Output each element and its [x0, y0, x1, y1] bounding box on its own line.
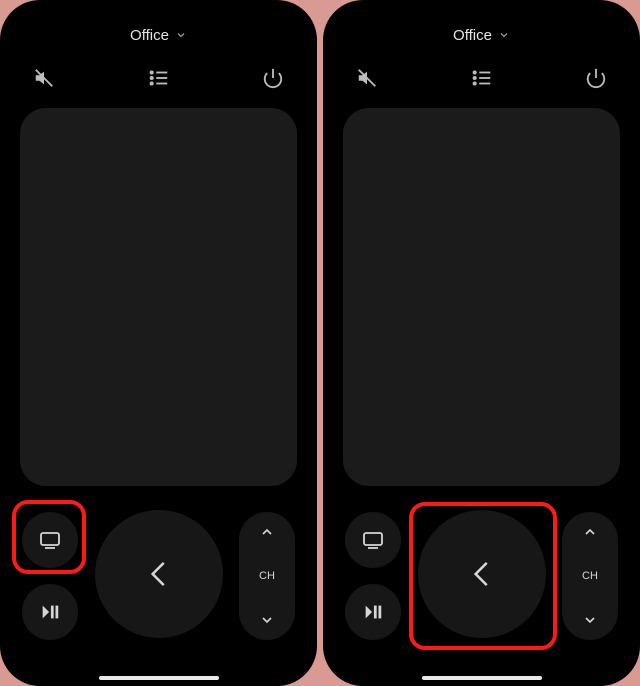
channel-rocker[interactable]: CH — [562, 512, 618, 640]
play-pause-button[interactable] — [345, 584, 401, 640]
remote-screen-left: Office — [0, 0, 317, 686]
tv-icon — [38, 528, 62, 552]
list-icon — [471, 67, 493, 89]
back-button[interactable] — [95, 510, 223, 638]
home-indicator — [422, 676, 542, 680]
power-icon — [585, 67, 607, 89]
device-name-label: Office — [130, 27, 169, 44]
channel-label: CH — [259, 570, 275, 582]
tv-button[interactable] — [22, 512, 78, 568]
bottom-controls: CH — [339, 508, 624, 676]
channel-rocker[interactable]: CH — [239, 512, 295, 640]
chevron-left-icon — [140, 555, 178, 593]
top-icon-row — [339, 50, 624, 102]
volume-mute-icon — [356, 67, 378, 89]
bottom-controls: CH — [16, 508, 301, 676]
chevron-up-icon — [259, 524, 275, 540]
mute-button[interactable] — [30, 64, 58, 92]
power-button[interactable] — [582, 64, 610, 92]
chevron-down-icon — [498, 29, 510, 41]
volume-mute-icon — [33, 67, 55, 89]
device-name-label: Office — [453, 27, 492, 44]
tv-button[interactable] — [345, 512, 401, 568]
play-pause-button[interactable] — [22, 584, 78, 640]
chevron-down-icon — [175, 29, 187, 41]
list-icon — [148, 67, 170, 89]
top-icon-row — [16, 50, 301, 102]
chevron-up-icon — [582, 524, 598, 540]
play-pause-icon — [362, 601, 384, 623]
play-pause-icon — [39, 601, 61, 623]
chevron-left-icon — [463, 555, 501, 593]
tv-icon — [361, 528, 385, 552]
list-button[interactable] — [468, 64, 496, 92]
chevron-down-icon — [582, 612, 598, 628]
device-selector[interactable]: Office — [339, 20, 624, 50]
channel-label: CH — [582, 570, 598, 582]
touchpad-area[interactable] — [20, 108, 297, 486]
remote-screen-right: Office — [323, 0, 640, 686]
back-button[interactable] — [418, 510, 546, 638]
chevron-down-icon — [259, 612, 275, 628]
list-button[interactable] — [145, 64, 173, 92]
power-icon — [262, 67, 284, 89]
home-indicator — [99, 676, 219, 680]
device-selector[interactable]: Office — [16, 20, 301, 50]
power-button[interactable] — [259, 64, 287, 92]
touchpad-area[interactable] — [343, 108, 620, 486]
mute-button[interactable] — [353, 64, 381, 92]
